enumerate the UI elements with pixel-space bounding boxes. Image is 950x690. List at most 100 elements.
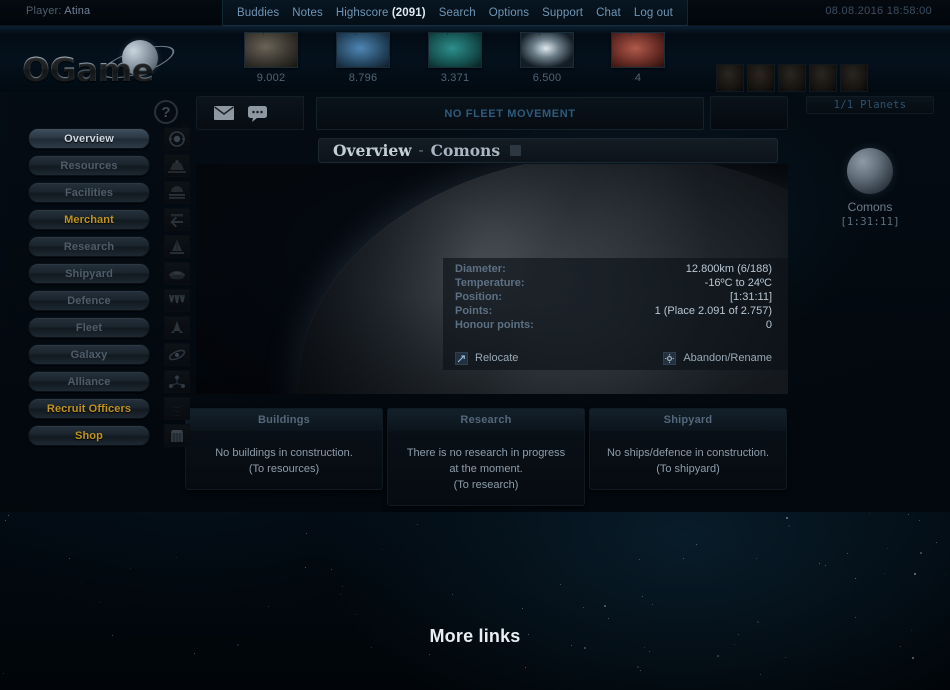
stat-value-points: 1 (Place 2.091 of 2.757) [654, 305, 772, 317]
sidebar-item-galaxy[interactable]: Galaxy [14, 342, 190, 367]
speech-bubble-icon[interactable] [247, 105, 269, 122]
resource-deuterium[interactable]: 3.371 [428, 32, 482, 84]
highscore-count: (2091) [391, 6, 426, 19]
research-card-title: Research [388, 409, 584, 431]
sidebar-item-shop[interactable]: Shop [14, 423, 190, 448]
officer-admiral[interactable] [747, 64, 775, 92]
planet-actions: Relocate Abandon/Rename [443, 345, 788, 371]
resource-metal[interactable]: 9.002 [244, 32, 298, 84]
stat-key-points: Points: [455, 305, 493, 317]
deuterium-amount: 3.371 [440, 72, 470, 84]
resource-crystal[interactable]: 8.796 [336, 32, 390, 84]
menu-item-search[interactable]: Search [439, 7, 476, 19]
resource-dark-matter[interactable]: 4 [611, 32, 665, 84]
abandon-rename-label: Abandon/Rename [683, 352, 772, 364]
left-sidebar: Overview Resources Facilities Merchant R [14, 126, 190, 450]
planet-list-name: Comons [847, 200, 893, 214]
stat-value-honour-points: 0 [765, 319, 772, 331]
planet-list-item[interactable]: Comons [1:31:11] [795, 148, 945, 228]
sidebar-item-shipyard[interactable]: Shipyard [14, 261, 190, 286]
energy-amount: 6.500 [532, 72, 562, 84]
server-time: 08.08.2016 18:58:00 [825, 5, 932, 17]
top-bar: Player: Atina Buddies Notes Highscore (2… [0, 0, 950, 26]
sidebar-label-merchant: Merchant [28, 209, 150, 230]
sidebar-label-resources: Resources [28, 155, 150, 176]
player-name: Atina [64, 5, 91, 17]
sidebar-label-defence: Defence [28, 290, 150, 311]
menu-label-notes: Notes [292, 6, 323, 19]
research-card[interactable]: Research There is no research in progres… [387, 408, 585, 506]
shipyard-card[interactable]: Shipyard No ships/defence in constructio… [589, 408, 787, 490]
officer-geologist[interactable] [809, 64, 837, 92]
crystal-amount: 8.796 [348, 72, 378, 84]
stat-row-diameter: Diameter: 12.800km (6/188) [455, 262, 772, 276]
gear-icon [663, 351, 677, 365]
merchant-icon [164, 208, 190, 231]
planet-list-coords: [1:31:11] [840, 215, 900, 228]
stat-value-position: [1:31:11] [730, 291, 772, 303]
shipyard-card-title: Shipyard [590, 409, 786, 431]
stat-key-honour-points: Honour points: [455, 319, 534, 331]
buildings-card-line-2[interactable]: (To resources) [194, 461, 374, 477]
help-icon[interactable]: ? [154, 100, 178, 124]
menu-item-logout[interactable]: Log out [634, 7, 673, 19]
metal-icon [244, 32, 298, 68]
sidebar-item-research[interactable]: Research [14, 234, 190, 259]
overview-icon [164, 127, 190, 150]
fleet-movement-status[interactable]: NO FLEET MOVEMENT [316, 97, 704, 130]
dark-matter-amount: 4 [634, 72, 642, 84]
stat-key-position: Position: [455, 291, 503, 303]
more-links-heading[interactable]: More links [0, 626, 950, 647]
relocate-icon [455, 351, 468, 365]
sidebar-label-galaxy: Galaxy [28, 344, 150, 365]
stat-value-temperature: -16ºC to 24ºC [704, 277, 772, 289]
status-cards: Buildings No buildings in construction. … [185, 408, 787, 508]
dark-matter-icon [611, 32, 665, 68]
sidebar-item-overview[interactable]: Overview [14, 126, 190, 151]
toolbar-right-slot [710, 96, 788, 130]
relocate-button[interactable]: Relocate [455, 351, 519, 365]
sidebar-label-shipyard: Shipyard [28, 263, 150, 284]
relocate-label: Relocate [475, 352, 519, 364]
sidebar-item-recruit-officers[interactable]: Recruit Officers [14, 396, 190, 421]
sidebar-item-fleet[interactable]: Fleet [14, 315, 190, 340]
stat-value-diameter: 12.800km (6/188) [685, 263, 772, 275]
sidebar-item-merchant[interactable]: Merchant [14, 207, 190, 232]
sidebar-item-resources[interactable]: Resources [14, 153, 190, 178]
energy-icon [520, 32, 574, 68]
ogame-logo[interactable]: OGame [14, 34, 229, 96]
menu-item-chat[interactable]: Chat [596, 7, 621, 19]
research-icon [164, 235, 190, 258]
stat-key-diameter: Diameter: [455, 263, 506, 275]
mail-icon[interactable] [213, 105, 235, 121]
officer-commander[interactable] [716, 64, 744, 92]
officer-engineer[interactable] [778, 64, 806, 92]
menu-item-support[interactable]: Support [542, 7, 583, 19]
stat-row-temperature: Temperature: -16ºC to 24ºC [455, 276, 772, 290]
sidebar-item-facilities[interactable]: Facilities [14, 180, 190, 205]
buildings-card-body: No buildings in construction. (To resour… [186, 431, 382, 489]
planet-thumbnail-icon[interactable] [847, 148, 893, 194]
menu-item-buddies[interactable]: Buddies [237, 7, 279, 19]
officers-icon [164, 397, 190, 420]
stat-row-honour-points: Honour points: 0 [455, 318, 772, 332]
sidebar-label-shop: Shop [28, 425, 150, 446]
officers-bar [716, 64, 868, 92]
abandon-rename-button[interactable]: Abandon/Rename [663, 351, 772, 365]
resource-energy[interactable]: 6.500 [520, 32, 574, 84]
shipyard-card-line-1: No ships/defence in construction. [606, 447, 770, 459]
title-separator: - [418, 142, 424, 159]
sidebar-item-defence[interactable]: Defence [14, 288, 190, 313]
officer-technocrat[interactable] [840, 64, 868, 92]
resource-bar: 9.002 8.796 3.371 6.500 4 [232, 26, 692, 92]
menu-item-highscore[interactable]: Highscore (2091) [336, 7, 426, 19]
menu-item-options[interactable]: Options [489, 7, 529, 19]
research-card-line-3[interactable]: (To research) [396, 477, 576, 493]
sidebar-item-alliance[interactable]: Alliance [14, 369, 190, 394]
sidebar-label-alliance: Alliance [28, 371, 150, 392]
menu-item-notes[interactable]: Notes [292, 7, 323, 19]
buildings-card[interactable]: Buildings No buildings in construction. … [185, 408, 383, 490]
player-label: Player: Atina [26, 5, 90, 17]
shipyard-card-line-2[interactable]: (To shipyard) [598, 461, 778, 477]
player-prefix: Player: [26, 5, 62, 17]
